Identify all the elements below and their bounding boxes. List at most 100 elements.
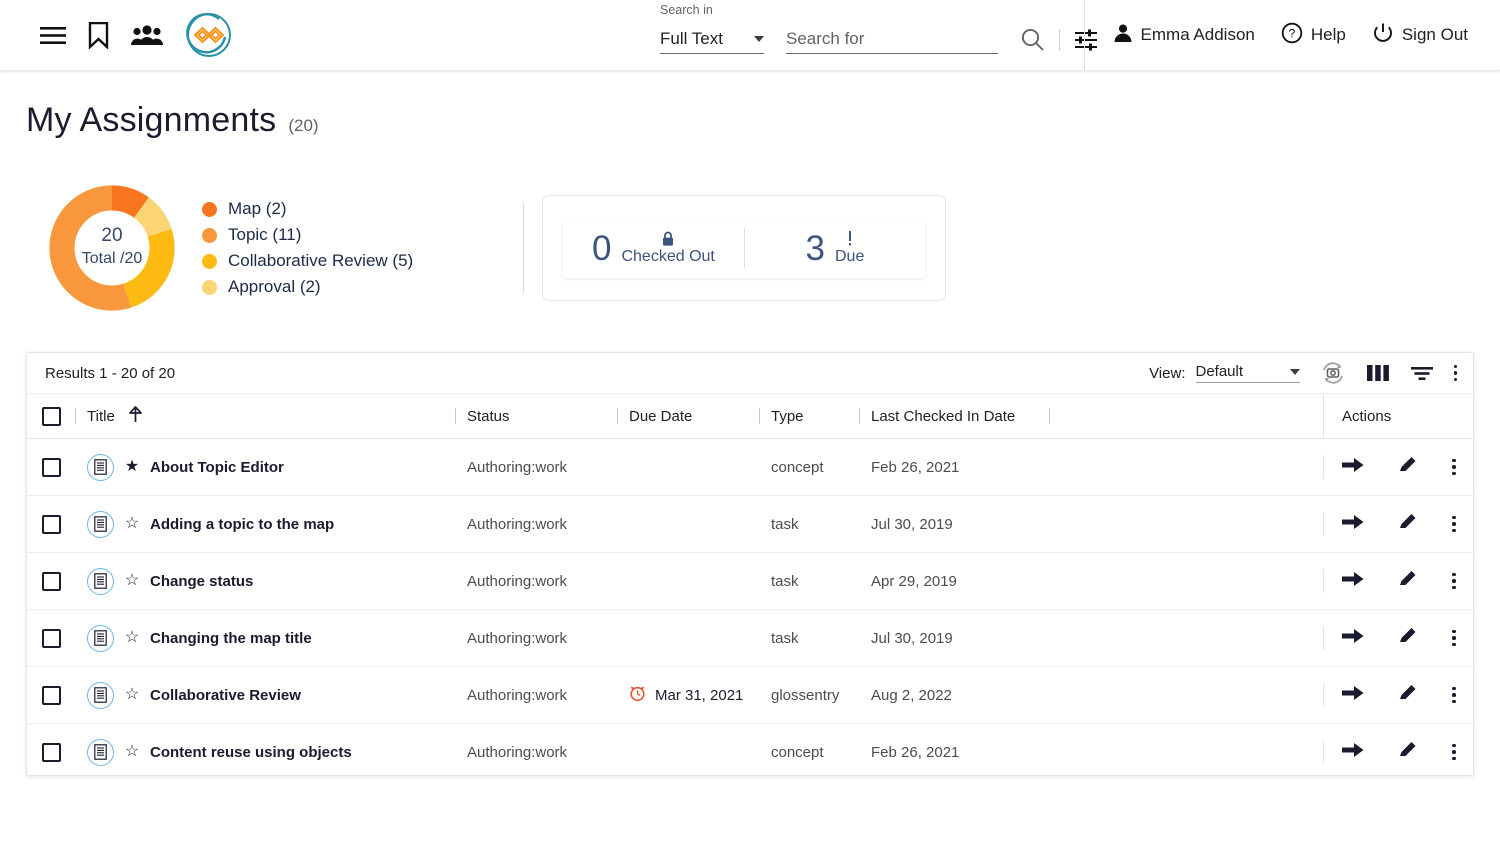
summary-divider — [523, 203, 525, 293]
refresh-snapshot-icon[interactable] — [1320, 361, 1346, 385]
column-header-due-date[interactable]: Due Date — [617, 394, 759, 438]
document-icon[interactable] — [87, 453, 114, 481]
arrow-right-icon[interactable] — [1342, 514, 1364, 534]
row-title[interactable]: About Topic Editor — [150, 459, 284, 476]
favorite-star-icon[interactable]: ★ — [124, 459, 140, 475]
row-title[interactable]: Change status — [150, 573, 253, 590]
favorite-star-icon[interactable]: ☆ — [124, 573, 140, 589]
help-button[interactable]: ? Help — [1281, 22, 1346, 49]
lock-icon — [661, 231, 675, 248]
document-icon[interactable] — [87, 510, 114, 538]
row-checkbox[interactable] — [41, 457, 61, 477]
row-checkbox[interactable] — [41, 628, 61, 648]
column-resize-handle[interactable] — [75, 408, 76, 424]
more-vertical-icon[interactable] — [1452, 686, 1456, 704]
stat-checked-out[interactable]: 0 Checked Out — [563, 231, 744, 266]
stats-card: 0 Checked Out 3 Due — [542, 195, 947, 301]
arrow-right-icon[interactable] — [1342, 571, 1364, 591]
more-vertical-icon[interactable] — [1452, 629, 1456, 647]
hamburger-menu-icon[interactable] — [40, 26, 66, 45]
row-title[interactable]: Changing the map title — [150, 630, 312, 647]
legend-item-map[interactable]: Map (2) — [202, 196, 413, 222]
document-icon[interactable] — [87, 567, 114, 595]
table-row[interactable]: ★ About Topic Editor Authoring:work conc… — [27, 439, 1473, 496]
more-vertical-icon[interactable] — [1452, 572, 1456, 590]
column-header-title[interactable]: Title — [75, 394, 455, 438]
legend-item-approval[interactable]: Approval (2) — [202, 274, 413, 300]
sign-out-button[interactable]: Sign Out — [1372, 22, 1468, 49]
row-type: task — [771, 515, 799, 533]
pencil-icon[interactable] — [1398, 512, 1418, 536]
people-group-icon[interactable] — [131, 24, 163, 46]
search-icon[interactable] — [1020, 27, 1045, 52]
table-row[interactable]: ☆ Collaborative Review Authoring:work Ma… — [27, 667, 1473, 724]
row-title[interactable]: Collaborative Review — [150, 687, 301, 704]
row-checkbox[interactable] — [41, 685, 61, 705]
legend-color-dot — [202, 227, 217, 243]
summary-section: 20 Total /20 Map (2) Topic (11) Collabor… — [0, 140, 1500, 314]
legend-item-topic[interactable]: Topic (11) — [202, 222, 413, 248]
row-checkbox[interactable] — [41, 571, 61, 591]
column-resize-handle[interactable] — [759, 408, 760, 424]
document-icon[interactable] — [87, 624, 114, 652]
arrow-right-icon[interactable] — [1342, 685, 1364, 705]
table-row[interactable]: ☆ Adding a topic to the map Authoring:wo… — [27, 496, 1473, 553]
row-select-cell — [27, 457, 75, 477]
column-header-type[interactable]: Type — [759, 394, 859, 438]
more-vertical-icon[interactable] — [1452, 743, 1456, 761]
columns-icon[interactable] — [1366, 364, 1390, 382]
search-scope-select[interactable]: Full Text — [660, 29, 764, 54]
legend-label: Map (2) — [228, 199, 287, 218]
stat-right: Due — [835, 231, 864, 266]
row-checkbox[interactable] — [41, 742, 61, 762]
more-vertical-icon[interactable] — [1452, 458, 1456, 476]
table-row[interactable]: ☆ Change status Authoring:work task Apr … — [27, 553, 1473, 610]
favorite-star-icon[interactable]: ☆ — [124, 516, 140, 532]
favorite-star-icon[interactable]: ☆ — [124, 744, 140, 760]
column-header-status[interactable]: Status — [455, 394, 617, 438]
help-circle-icon: ? — [1281, 22, 1303, 49]
column-label: Due Date — [629, 407, 693, 425]
row-checkbox[interactable] — [41, 514, 61, 534]
row-title[interactable]: Adding a topic to the map — [150, 516, 334, 533]
column-resize-handle[interactable] — [1049, 408, 1050, 424]
table-more-options-icon[interactable] — [1453, 364, 1457, 382]
stat-due[interactable]: 3 Due — [745, 231, 926, 266]
exclamation-icon — [847, 231, 853, 248]
favorite-star-icon[interactable]: ☆ — [124, 687, 140, 703]
sort-ascending-icon — [128, 405, 142, 427]
table-row[interactable]: ☆ Content reuse using objects Authoring:… — [27, 724, 1473, 775]
favorite-star-icon[interactable]: ☆ — [124, 630, 140, 646]
more-vertical-icon[interactable] — [1452, 515, 1456, 533]
column-resize-handle[interactable] — [617, 408, 618, 424]
pencil-icon[interactable] — [1398, 740, 1418, 764]
arrow-right-icon[interactable] — [1342, 457, 1364, 477]
pencil-icon[interactable] — [1398, 455, 1418, 479]
view-select[interactable]: Default — [1195, 363, 1300, 383]
arrow-right-icon[interactable] — [1342, 628, 1364, 648]
row-status: Authoring:work — [467, 686, 568, 704]
document-icon[interactable] — [87, 681, 114, 709]
bookmark-icon[interactable] — [88, 21, 109, 49]
pencil-icon[interactable] — [1398, 683, 1418, 707]
row-title[interactable]: Content reuse using objects — [150, 744, 352, 761]
row-due-date-cell: Mar 31, 2021 — [617, 684, 759, 706]
page-count: (20) — [288, 116, 319, 135]
column-resize-handle[interactable] — [859, 408, 860, 424]
search-input[interactable] — [786, 29, 998, 54]
user-menu[interactable]: Emma Addison — [1113, 23, 1255, 48]
filter-icon[interactable] — [1410, 364, 1434, 382]
column-resize-handle[interactable] — [455, 408, 456, 424]
pencil-icon[interactable] — [1398, 569, 1418, 593]
document-icon[interactable] — [87, 738, 114, 766]
row-title-cell: ★ About Topic Editor — [75, 453, 455, 481]
app-logo-icon[interactable] — [185, 11, 233, 59]
select-all-checkbox[interactable] — [41, 406, 61, 426]
legend-label: Topic (11) — [228, 225, 302, 244]
table-row[interactable]: ☆ Changing the map title Authoring:work … — [27, 610, 1473, 667]
column-header-last-checked-in-date[interactable]: Last Checked In Date — [859, 394, 1049, 438]
arrow-right-icon[interactable] — [1342, 742, 1364, 762]
pencil-icon[interactable] — [1398, 626, 1418, 650]
legend-item-collaborative-review[interactable]: Collaborative Review (5) — [202, 248, 413, 274]
legend-color-dot — [202, 279, 217, 295]
